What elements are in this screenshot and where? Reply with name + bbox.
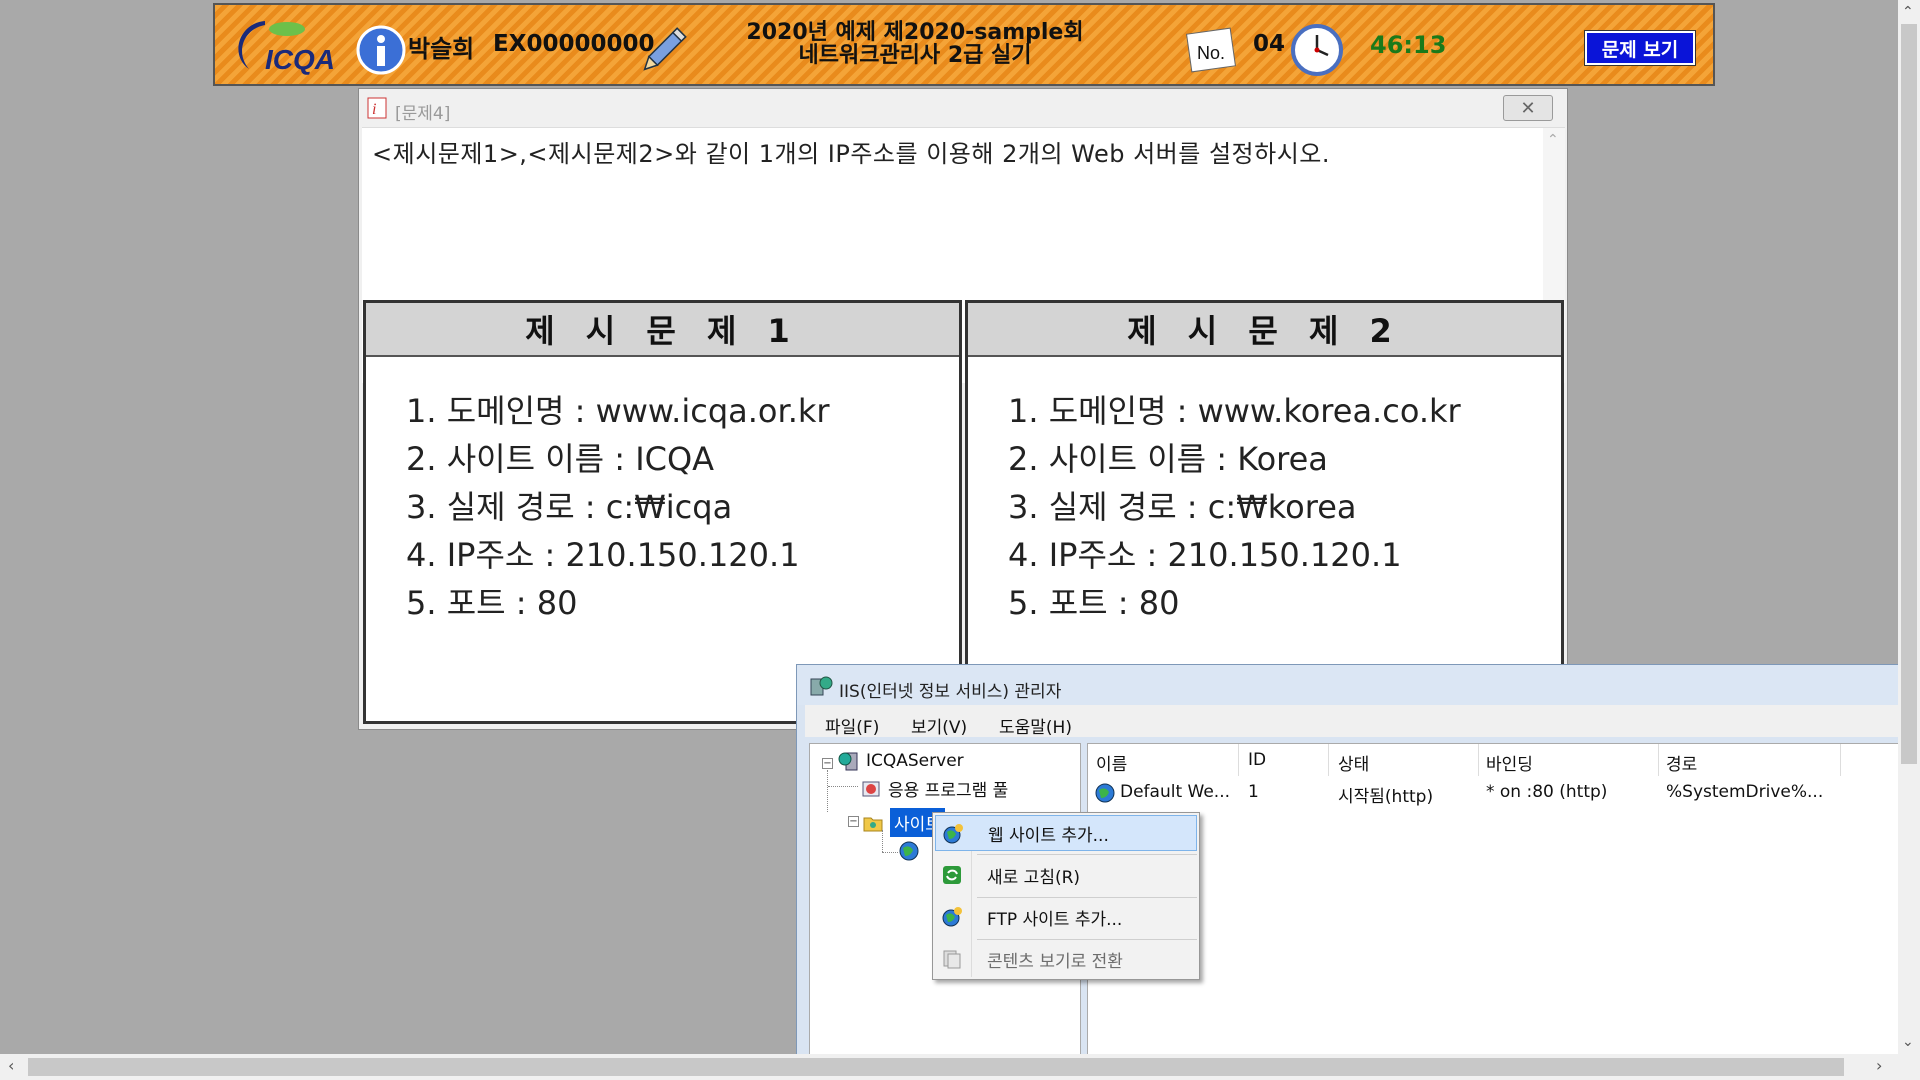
app-pool-icon [862, 781, 880, 796]
vertical-scroll-thumb[interactable] [1901, 24, 1917, 764]
list-item: 3. 실제 경로 : c:₩korea [1008, 488, 1357, 526]
column-divider[interactable] [1478, 744, 1479, 776]
page-vertical-scrollbar[interactable]: ⌃ ⌄ [1898, 0, 1920, 1054]
list-item: 2. 사이트 이름 : Korea [1008, 440, 1328, 478]
close-button[interactable]: ✕ [1503, 95, 1553, 121]
menu-view[interactable]: 보기(V) [911, 713, 967, 738]
question-window-titlebar: i [문제4] ✕ [359, 89, 1567, 127]
menu-item-add-ftp-site[interactable]: FTP 사이트 추가... [935, 899, 1197, 935]
remaining-timer: 46:13 [1370, 31, 1447, 59]
question-window-title: [문제4] [395, 104, 451, 124]
scroll-right-icon[interactable]: › [1876, 1056, 1882, 1075]
question-number-icon: No. [1186, 27, 1236, 73]
column-divider[interactable] [1238, 744, 1239, 776]
scroll-up-icon[interactable]: ⌃ [1902, 4, 1914, 20]
candidate-name: 박슬희 [408, 35, 475, 63]
requirement-list: 1. 도메인명 : www.icqa.or.kr 2. 사이트 이름 : ICQ… [366, 357, 959, 627]
cell-name: Default We... [1120, 782, 1231, 802]
view-question-button[interactable]: 문제 보기 [1584, 30, 1696, 66]
iis-menubar: 파일(F) 보기(V) 도움말(H) [805, 705, 1919, 738]
problem-panel-1: 제 시 문 제 1 1. 도메인명 : www.icqa.or.kr 2. 사이… [363, 300, 962, 724]
question-number: 04 [1253, 31, 1286, 57]
refresh-icon [943, 866, 961, 884]
question-text: <제시문제1>,<제시문제2>와 같이 1개의 IP주소를 이용해 2개의 We… [372, 140, 1330, 168]
column-header-name[interactable]: 이름 [1096, 750, 1127, 775]
globe-icon [1095, 783, 1115, 803]
requirement-list: 1. 도메인명 : www.korea.co.kr 2. 사이트 이름 : Ko… [968, 357, 1561, 627]
info-icon[interactable] [356, 25, 406, 75]
menu-item-add-website[interactable]: 웹 사이트 추가... [935, 815, 1197, 851]
svg-text:i: i [372, 101, 376, 118]
menu-file[interactable]: 파일(F) [825, 713, 879, 738]
page-horizontal-scrollbar[interactable]: ‹ › [0, 1054, 1920, 1080]
menu-item-switch-content-view[interactable]: 콘텐츠 보기로 전환 [935, 941, 1197, 977]
add-website-icon [943, 824, 963, 844]
collapse-icon[interactable]: − [848, 816, 859, 827]
pencil-icon [643, 27, 687, 71]
column-header-binding[interactable]: 바인딩 [1486, 750, 1533, 775]
cell-binding: * on :80 (http) [1486, 782, 1608, 802]
sites-list[interactable]: 이름 ID 상태 바인딩 경로 Default We... 1 시작됨(http… [1087, 743, 1920, 1065]
app-icon: i [367, 97, 387, 119]
menu-separator [977, 939, 1197, 940]
ftp-site-icon [942, 907, 962, 927]
svg-text:No.: No. [1197, 43, 1225, 63]
scroll-left-icon[interactable]: ‹ [8, 1056, 14, 1075]
tree-connector [882, 830, 883, 852]
panel-header: 제 시 문 제 1 [366, 303, 959, 357]
list-item: 2. 사이트 이름 : ICQA [406, 440, 715, 478]
server-icon [838, 752, 858, 771]
scroll-down-icon[interactable]: ⌄ [1902, 1034, 1914, 1050]
tree-connector [828, 786, 858, 787]
scroll-up-icon[interactable]: ⌃ [1547, 132, 1559, 148]
column-header-path[interactable]: 경로 [1666, 750, 1697, 775]
column-divider[interactable] [1658, 744, 1659, 776]
list-item: 1. 도메인명 : www.korea.co.kr [1008, 392, 1461, 430]
menu-separator [977, 897, 1197, 898]
column-divider[interactable] [1328, 744, 1329, 776]
iis-title: IIS(인터넷 정보 서비스) 관리자 [839, 682, 1062, 702]
column-divider[interactable] [1840, 744, 1841, 776]
candidate-id: EX00000000 [493, 31, 655, 57]
iis-app-icon [810, 676, 833, 696]
menu-help[interactable]: 도움말(H) [999, 713, 1072, 738]
problem-panel-2: 제 시 문 제 2 1. 도메인명 : www.korea.co.kr 2. 사… [965, 300, 1564, 724]
clock-icon [1291, 24, 1343, 76]
cell-status: 시작됨(http) [1338, 787, 1434, 807]
menu-separator [977, 854, 1197, 855]
column-header-id[interactable]: ID [1248, 750, 1266, 770]
content-view-icon [943, 950, 961, 969]
horizontal-scroll-thumb[interactable] [28, 1058, 1844, 1076]
cell-id: 1 [1248, 782, 1259, 802]
folder-icon [863, 817, 883, 831]
tree-connector [827, 770, 828, 812]
globe-icon[interactable] [898, 840, 920, 862]
tree-node-app-pools[interactable]: 응용 프로그램 풀 [860, 776, 1008, 801]
list-item: 5. 포트 : 80 [1008, 584, 1180, 622]
collapse-icon[interactable]: − [822, 758, 833, 769]
exam-title: 2020년 예제 제2020-sample회 네트워크관리사 2급 실기 [746, 20, 1084, 68]
icqa-logo-icon: ICQA [238, 21, 335, 75]
exam-banner: ICQA 박슬희 EX00000000 2020년 예제 제2020-sampl… [213, 3, 1715, 86]
context-menu: 웹 사이트 추가... 새로 고침(R) FTP 사이트 추가... 콘텐츠 보… [932, 812, 1200, 980]
tree-connector [882, 852, 898, 853]
cell-path: %SystemDrive%... [1666, 782, 1824, 802]
column-header-status[interactable]: 상태 [1338, 750, 1369, 775]
iis-titlebar[interactable]: IIS(인터넷 정보 서비스) 관리자 [797, 665, 1919, 705]
svg-text:ICQA: ICQA [265, 44, 335, 75]
list-item: 1. 도메인명 : www.icqa.or.kr [406, 392, 830, 430]
panel-header: 제 시 문 제 2 [968, 303, 1561, 357]
list-item: 3. 실제 경로 : c:₩icqa [406, 488, 733, 526]
list-item: 4. IP주소 : 210.150.120.1 [406, 536, 800, 574]
tree-node-server[interactable]: ICQAServer [838, 750, 964, 772]
menu-item-refresh[interactable]: 새로 고침(R) [935, 857, 1197, 893]
list-item: 4. IP주소 : 210.150.120.1 [1008, 536, 1402, 574]
list-item: 5. 포트 : 80 [406, 584, 578, 622]
